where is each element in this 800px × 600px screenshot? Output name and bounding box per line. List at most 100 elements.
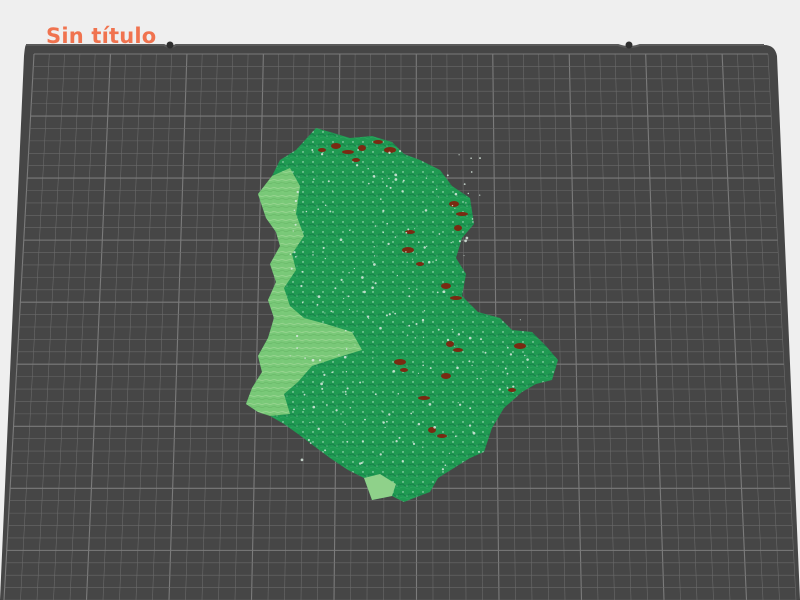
terrain-speckle bbox=[407, 334, 409, 336]
terrain-speckle bbox=[367, 182, 370, 185]
mountain-peak bbox=[446, 341, 454, 347]
terrain-speckle bbox=[322, 246, 325, 250]
terrain-speckle bbox=[296, 190, 299, 194]
terrain-speckle bbox=[527, 366, 529, 369]
terrain-speckle bbox=[290, 267, 293, 270]
terrain-speckle bbox=[346, 440, 349, 443]
terrain-speckle bbox=[353, 268, 355, 270]
terrain-speckle bbox=[301, 270, 304, 273]
terrain-speckle bbox=[407, 228, 410, 231]
terrain-speckle bbox=[309, 442, 312, 444]
terrain-speckle bbox=[340, 413, 342, 415]
terrain-speckle bbox=[354, 344, 356, 346]
mountain-peak bbox=[441, 373, 451, 379]
terrain-speckle bbox=[371, 286, 374, 290]
terrain-speckle bbox=[408, 287, 410, 290]
terrain-speckle bbox=[324, 258, 326, 260]
terrain-speckle bbox=[406, 261, 408, 263]
terrain-speckle bbox=[294, 223, 297, 226]
terrain-speckle bbox=[450, 242, 452, 244]
terrain-speckle bbox=[386, 222, 389, 225]
mountain-peak bbox=[318, 148, 326, 152]
terrain-speckle bbox=[479, 157, 481, 160]
terrain-speckle bbox=[435, 188, 438, 191]
terrain-speckle bbox=[417, 241, 420, 243]
terrain-speckle bbox=[295, 334, 299, 338]
terrain-speckle bbox=[381, 410, 383, 412]
terrain-speckle bbox=[340, 278, 343, 282]
terrain-speckle bbox=[519, 319, 521, 321]
terrain-speckle bbox=[446, 338, 450, 342]
terrain-speckle bbox=[472, 431, 476, 435]
terrain-speckle bbox=[448, 452, 450, 454]
terrain-speckle bbox=[457, 333, 461, 336]
terrain-speckle bbox=[338, 354, 340, 356]
terrain-speckle bbox=[373, 263, 376, 266]
terrain-speckle bbox=[311, 358, 315, 362]
mountain-peak bbox=[402, 247, 414, 253]
terrain-speckle bbox=[427, 260, 431, 264]
terrain-speckle bbox=[382, 209, 385, 212]
terrain-speckle bbox=[465, 202, 467, 204]
terrain-speckle bbox=[471, 218, 474, 220]
terrain-speckle bbox=[293, 251, 296, 254]
terrain-speckle bbox=[357, 149, 360, 151]
terrain-speckle bbox=[334, 287, 337, 290]
mountain-peak bbox=[456, 212, 468, 216]
terrain-speckle bbox=[405, 231, 408, 234]
terrain-speckle bbox=[389, 186, 392, 189]
terrain-speckle bbox=[408, 295, 411, 298]
terrain-speckle bbox=[410, 412, 413, 415]
terrain-speckle bbox=[401, 190, 404, 193]
terrain-speckle bbox=[387, 242, 390, 246]
mountain-peak bbox=[437, 434, 447, 438]
terrain-speckle bbox=[294, 199, 298, 203]
terrain-speckle bbox=[373, 246, 375, 248]
terrain-speckle bbox=[311, 149, 314, 151]
terrain-speckle bbox=[346, 387, 349, 390]
terrain-speckle bbox=[301, 302, 304, 304]
terrain-speckle bbox=[506, 372, 509, 375]
terrain-speckle bbox=[411, 258, 413, 260]
terrain-speckle bbox=[456, 366, 459, 370]
mountain-peak bbox=[441, 283, 451, 289]
terrain-speckle bbox=[388, 413, 391, 416]
terrain-speckle bbox=[313, 178, 315, 180]
plate-clip-left-icon bbox=[166, 41, 174, 49]
terrain-speckle bbox=[374, 225, 377, 227]
terrain-speckle bbox=[415, 322, 418, 326]
terrain-speckle bbox=[442, 290, 446, 294]
terrain-speckle bbox=[289, 253, 292, 255]
terrain-speckle bbox=[428, 403, 432, 406]
terrain-speckle bbox=[382, 421, 385, 424]
terrain-speckle bbox=[469, 407, 472, 410]
mountain-peak bbox=[453, 348, 463, 352]
terrain-speckle bbox=[433, 425, 437, 429]
mountain-peak bbox=[514, 343, 526, 349]
terrain-speckle bbox=[379, 198, 382, 200]
terrain-speckle bbox=[454, 435, 457, 438]
terrain-speckle bbox=[426, 245, 428, 247]
terrain-speckle bbox=[349, 407, 352, 409]
terrain-speckle bbox=[497, 365, 500, 367]
terrain-speckle bbox=[307, 438, 310, 442]
terrain-speckle bbox=[468, 360, 471, 363]
terrain-speckle bbox=[412, 442, 416, 445]
terrain-speckle bbox=[451, 204, 454, 207]
terrain-speckle bbox=[524, 354, 526, 357]
terrain-speckle bbox=[454, 192, 458, 196]
mountain-peak bbox=[450, 296, 462, 300]
terrain-speckle bbox=[364, 418, 366, 421]
terrain-speckle bbox=[422, 446, 424, 448]
terrain-speckle bbox=[345, 329, 347, 332]
terrain-speckle bbox=[414, 337, 416, 339]
viewport[interactable]: Sin título bbox=[0, 0, 800, 600]
terrain-speckle bbox=[347, 295, 350, 298]
terrain-speckle bbox=[425, 177, 428, 179]
build-plate-scene[interactable] bbox=[0, 0, 800, 600]
terrain-speckle bbox=[441, 468, 445, 471]
terrain-speckle bbox=[416, 288, 418, 290]
terrain-speckle bbox=[326, 404, 328, 406]
terrain-speckle bbox=[385, 185, 388, 187]
terrain-speckle bbox=[345, 393, 347, 395]
